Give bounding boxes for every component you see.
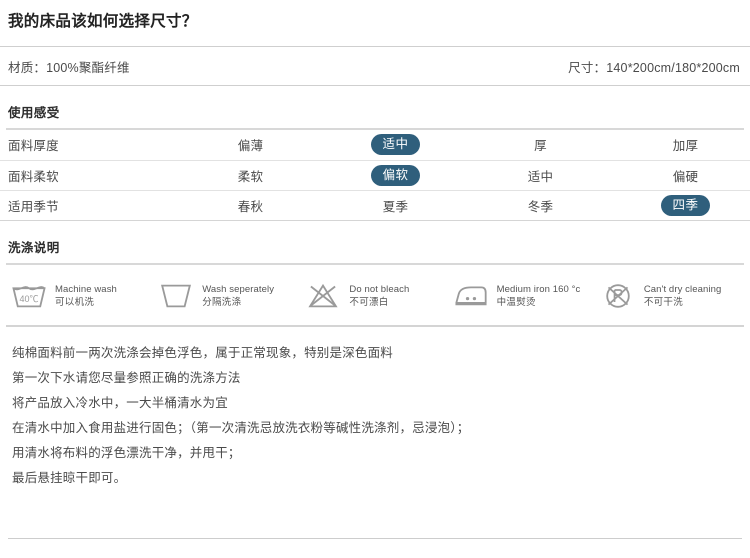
care-label-en: Can't dry cleaning <box>643 283 722 295</box>
feel-section: 使用感受 面料厚度 偏薄 适中 厚 加厚 面料柔软 柔软 偏软 适中 偏硬 适用… <box>0 102 750 221</box>
bottom-divider <box>8 538 742 539</box>
care-notes: 纯棉面料前一两次洗涤会掉色浮色，属于正常现象，特别是深色面料 第一次下水请您尽量… <box>0 327 750 491</box>
care-label-en: Machine wash <box>55 283 117 295</box>
material-spec: 材质：100%聚酯纤维 <box>8 60 130 75</box>
care-label-cn: 可以机洗 <box>55 296 95 308</box>
product-spec-page: 我的床品该如何选择尺寸？ 材质：100%聚酯纤维 尺寸：140*200cm/18… <box>0 0 750 558</box>
wash-temp-label: 40℃ <box>19 294 38 304</box>
care-label-cn: 分隔洗涤 <box>202 296 242 308</box>
care-section-title: 洗涤说明 <box>8 240 60 255</box>
note-line: 在清水中加入食用盐进行固色；（第一次清洗忌放洗衣粉等碱性洗涤剂，忌浸泡）； <box>12 420 470 435</box>
do-not-bleach-icon <box>308 283 338 307</box>
care-item-medium-iron: Medium iron 160 °c 中温熨烫 <box>452 281 599 311</box>
care-label-en: Wash seperately <box>202 283 275 295</box>
note-line: 将产品放入冷水中，一大半桶清水为宜 <box>12 395 228 410</box>
feel-option[interactable]: 夏季 <box>323 190 468 221</box>
feel-option-selected[interactable]: 四季 <box>613 190 750 221</box>
row-label: 面料厚度 <box>0 130 178 161</box>
table-row: 面料厚度 偏薄 适中 厚 加厚 <box>0 130 750 161</box>
note-line: 最后悬挂晾干即可。 <box>12 470 127 485</box>
option-text: 加厚 <box>672 139 699 154</box>
medium-iron-icon <box>455 285 487 305</box>
option-text: 厚 <box>534 139 547 154</box>
care-item-text: Wash seperately 分隔洗涤 <box>202 283 274 309</box>
care-item-do-not-bleach: Do not bleach 不可漂白 <box>304 281 451 311</box>
care-label-cn: 中温熨烫 <box>496 296 536 308</box>
feel-option[interactable]: 加厚 <box>613 130 750 161</box>
care-item-text: Do not bleach 不可漂白 <box>349 283 409 309</box>
size-spec: 尺寸：140*200cm/180*200cm <box>568 60 740 75</box>
machine-wash-40c-icon: 40℃ <box>12 285 46 307</box>
care-item-machine-wash: 40℃ Machine wash 可以机洗 <box>10 281 157 311</box>
option-text: 柔软 <box>237 169 264 184</box>
care-item-text: Can't dry cleaning 不可干洗 <box>644 283 722 309</box>
note-line: 用清水将布料的浮色漂洗干净，并甩干； <box>12 445 241 460</box>
feel-option-selected[interactable]: 适中 <box>323 130 468 161</box>
no-dry-cleaning-icon <box>606 283 630 308</box>
option-text: 夏季 <box>382 199 409 214</box>
feel-option[interactable]: 柔软 <box>178 160 323 191</box>
row-label: 适用季节 <box>0 190 178 221</box>
care-section-rule <box>6 262 744 265</box>
note-line: 第一次下水请您尽量参照正确的洗涤方法 <box>12 370 241 385</box>
option-text: 春秋 <box>237 199 264 214</box>
care-label-cn: 不可干洗 <box>643 296 684 308</box>
care-item-wash-separately: Wash seperately 分隔洗涤 <box>157 281 304 311</box>
feel-option[interactable]: 适中 <box>468 160 613 191</box>
option-text: 偏软 <box>371 164 420 186</box>
table-row: 面料柔软 柔软 偏软 适中 偏硬 <box>0 160 750 191</box>
care-item-text: Medium iron 160 °c 中温熨烫 <box>497 283 581 309</box>
page-title: 我的床品该如何选择尺寸？ <box>8 13 198 30</box>
table-row: 适用季节 春秋 夏季 冬季 四季 <box>0 190 750 221</box>
care-section: 洗涤说明 40℃ Machine wash 可以机洗 Wash seperate… <box>0 237 750 327</box>
feel-table: 面料厚度 偏薄 适中 厚 加厚 面料柔软 柔软 偏软 适中 偏硬 适用季节 春秋… <box>0 130 750 221</box>
care-icons-row: 40℃ Machine wash 可以机洗 Wash seperately 分隔… <box>0 281 750 311</box>
feel-option[interactable]: 春秋 <box>178 190 323 221</box>
care-label-en: Do not bleach <box>349 283 410 295</box>
option-text: 偏硬 <box>672 169 699 184</box>
feel-option[interactable]: 偏薄 <box>178 130 323 161</box>
option-text: 偏薄 <box>237 139 264 154</box>
care-label-en: Medium iron 160 °c <box>496 283 581 295</box>
feel-option[interactable]: 厚 <box>468 130 613 161</box>
wash-separately-icon <box>161 284 192 307</box>
feel-option[interactable]: 偏硬 <box>613 160 750 191</box>
option-text: 冬季 <box>527 199 554 214</box>
option-text: 四季 <box>661 194 710 216</box>
note-line: 纯棉面料前一两次洗涤会掉色浮色，属于正常现象，特别是深色面料 <box>12 345 394 360</box>
care-item-text: Machine wash 可以机洗 <box>55 283 117 309</box>
option-text: 适中 <box>371 134 420 156</box>
spec-strip: 材质：100%聚酯纤维 尺寸：140*200cm/180*200cm <box>0 46 750 86</box>
feel-option-selected[interactable]: 偏软 <box>323 160 468 191</box>
option-text: 适中 <box>527 169 554 184</box>
care-label-cn: 不可漂白 <box>349 296 389 308</box>
feel-section-title: 使用感受 <box>8 106 60 120</box>
row-label: 面料柔软 <box>0 160 178 191</box>
feel-option[interactable]: 冬季 <box>468 190 613 221</box>
care-item-no-dry-cleaning: Can't dry cleaning 不可干洗 <box>599 281 746 311</box>
